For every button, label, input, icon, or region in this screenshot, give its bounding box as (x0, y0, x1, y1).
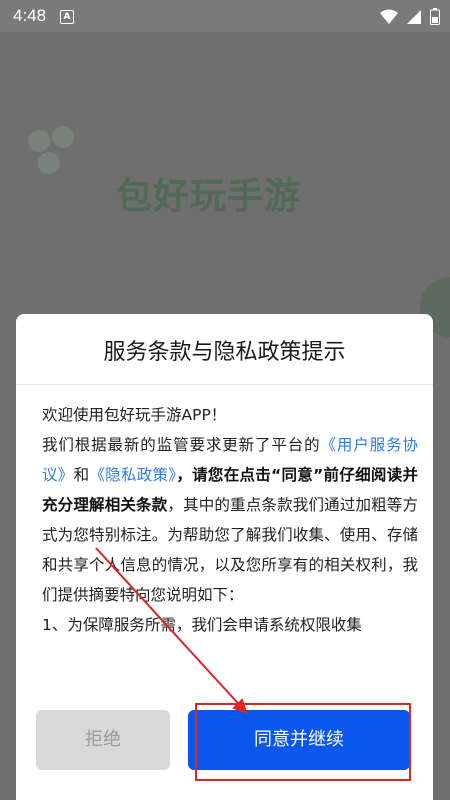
status-indicator-icon: A (60, 10, 74, 24)
status-icons (380, 8, 440, 25)
app-name: 包好玩手游 (116, 176, 302, 217)
battery-icon (430, 8, 440, 25)
privacy-dialog: 服务条款与隐私政策提示 欢迎使用包好玩手游APP！ 我们根据最新的监管要求更新了… (16, 314, 433, 800)
divider (16, 384, 433, 385)
welcome-text: 欢迎使用包好玩手游APP！ (42, 406, 227, 424)
reject-button[interactable]: 拒绝 (36, 710, 170, 770)
status-bar: 4:48 A (0, 0, 450, 32)
dialog-title: 服务条款与隐私政策提示 (103, 340, 346, 365)
permission-text: 1、为保障服务所需，我们会申请系统权限收集 (42, 616, 362, 634)
terms-paragraph: 我们根据最新的监管要求更新了平台的《用户服务协议》和《隐私政策》，请您在点击“同… (42, 430, 418, 610)
status-time: 4:48 (13, 6, 47, 25)
terms-text: 和 (73, 466, 90, 484)
wifi-icon (380, 9, 398, 24)
terms-text: 我们根据最新的监管要求更新了平台的 (42, 436, 321, 454)
signal-icon (407, 9, 421, 24)
agree-continue-button[interactable]: 同意并继续 (188, 710, 410, 770)
privacy-policy-link[interactable]: 《隐私政策》 (89, 466, 176, 484)
dialog-content[interactable]: 欢迎使用包好玩手游APP！ 我们根据最新的监管要求更新了平台的《用户服务协议》和… (42, 400, 418, 700)
